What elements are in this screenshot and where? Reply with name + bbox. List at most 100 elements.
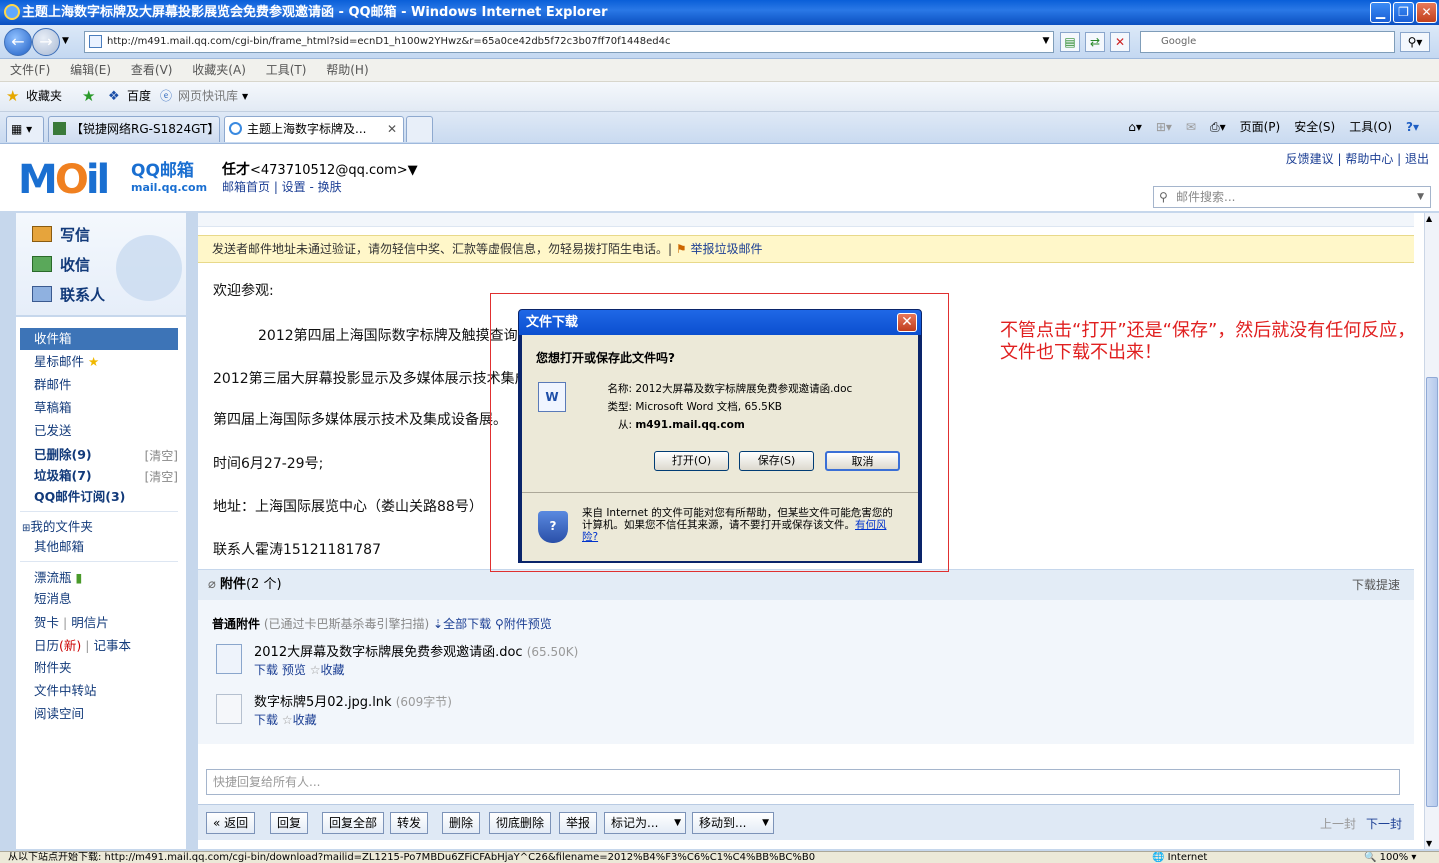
scroll-up-icon[interactable]: ▲ — [1426, 214, 1432, 223]
receive-button[interactable]: 收信 — [32, 255, 90, 275]
download-link[interactable]: 下载 — [254, 713, 278, 727]
preview-all-link[interactable]: ⚲附件预览 — [495, 617, 552, 631]
safety-menu[interactable]: 安全(S) — [1294, 118, 1335, 136]
home-icon[interactable]: ⌂▾ — [1128, 118, 1142, 136]
stop-icon[interactable]: ✕ — [1110, 32, 1130, 52]
menu-tools[interactable]: 工具(T) — [266, 63, 307, 77]
chevron-down-icon[interactable]: ▼ — [1417, 187, 1424, 207]
save-link[interactable]: 收藏 — [320, 663, 344, 677]
folder-my-folders[interactable]: ⊞我的文件夹 — [22, 518, 93, 538]
user-links[interactable]: 邮箱首页 | 设置 - 换肤 — [222, 178, 342, 195]
address-field[interactable]: http://m491.mail.qq.com/cgi-bin/frame_ht… — [84, 31, 1054, 53]
scroll-down-icon[interactable]: ▼ — [1426, 839, 1432, 848]
print-icon[interactable]: ⎙▾ — [1210, 118, 1226, 136]
attachment-filename[interactable]: 数字标牌5月02.jpg.lnk — [254, 695, 392, 710]
feeds-icon[interactable]: ⊞▾ — [1156, 118, 1172, 136]
next-mail-link[interactable]: 下一封 — [1366, 815, 1402, 832]
app-postcard[interactable]: 明信片 — [71, 615, 109, 630]
menu-file[interactable]: 文件(F) — [10, 63, 50, 77]
web-search-input[interactable]: Google — [1140, 31, 1395, 53]
app-notes[interactable]: 记事本 — [93, 638, 131, 653]
attachment-filename[interactable]: 2012大屏幕及数字标牌展免费参观邀请函.doc — [254, 645, 523, 660]
open-button[interactable]: 打开(O) — [654, 451, 729, 471]
dialog-close-icon[interactable]: ✕ — [897, 313, 917, 332]
search-icon[interactable]: ⚲▾ — [1400, 32, 1430, 52]
download-all-link[interactable]: ⇣全部下载 — [433, 617, 491, 631]
folder-other-mail[interactable]: 其他邮箱 — [34, 538, 84, 556]
refresh-icon[interactable]: ⇄ — [1085, 32, 1105, 52]
history-dropdown-icon[interactable]: ▼ — [62, 36, 69, 46]
contacts-button[interactable]: 联系人 — [32, 285, 105, 305]
folder-starred[interactable]: 星标邮件 ★ — [34, 353, 99, 371]
menu-edit[interactable]: 编辑(E) — [70, 63, 111, 77]
minimize-button[interactable]: ▁ — [1370, 2, 1391, 23]
favorites-button[interactable]: 收藏夹 — [26, 82, 62, 111]
back-button[interactable]: ← — [4, 28, 32, 56]
purge-button[interactable]: 彻底删除 — [489, 812, 552, 834]
delete-button[interactable]: 删除 — [442, 812, 481, 834]
close-tab-icon[interactable]: ✕ — [387, 117, 397, 141]
tab-qqmail-active[interactable]: 主题上海数字标牌及... ✕ — [224, 116, 404, 142]
menu-favorites[interactable]: 收藏夹(A) — [192, 63, 246, 77]
mail-icon[interactable]: ✉ — [1186, 118, 1196, 136]
app-calendar[interactable]: 日历(新) | 记事本 — [34, 637, 131, 655]
menu-view[interactable]: 查看(V) — [131, 63, 173, 77]
restore-button[interactable]: ❐ — [1393, 2, 1414, 23]
cancel-button[interactable]: 取消 — [825, 451, 900, 471]
app-reading[interactable]: 阅读空间 — [34, 705, 84, 723]
help-icon[interactable]: ?▾ — [1406, 118, 1419, 136]
reply-all-button[interactable]: 回复全部 — [322, 812, 385, 834]
folder-sent[interactable]: 已发送 — [34, 422, 72, 440]
move-to-select[interactable]: 移动到... ▼ — [692, 812, 774, 834]
prev-mail-link[interactable]: 上一封 — [1320, 815, 1356, 832]
add-favorite-icon[interactable]: ★ — [82, 82, 95, 111]
download-link[interactable]: 下载 — [254, 663, 278, 677]
page-scrollbar[interactable]: ▲ ▼ — [1424, 213, 1439, 849]
user-info[interactable]: 任才<473710512@qq.com>▼ — [222, 159, 418, 179]
folder-spam[interactable]: 垃圾箱(7) — [34, 467, 92, 485]
compat-view-icon[interactable]: ▤ — [1060, 32, 1080, 52]
baidu-link[interactable]: 百度 — [127, 82, 151, 111]
reply-button[interactable]: 回复 — [270, 812, 309, 834]
zoom-control[interactable]: 🔍 100% ▾ — [1360, 852, 1417, 863]
page-menu[interactable]: 页面(P) — [1240, 118, 1281, 136]
app-sms[interactable]: 短消息 — [34, 590, 72, 608]
tools-menu[interactable]: 工具(O) — [1349, 118, 1392, 136]
clear-deleted-link[interactable]: [清空] — [145, 447, 178, 464]
report-button[interactable]: 举报 — [559, 812, 598, 834]
app-bottle[interactable]: 漂流瓶 ▮ — [34, 569, 82, 587]
mark-as-select[interactable]: 标记为... ▼ — [604, 812, 686, 834]
app-greeting[interactable]: 贺卡 | 明信片 — [34, 614, 109, 632]
download-speedup-link[interactable]: 下载提速 — [1352, 570, 1400, 600]
folder-group[interactable]: 群邮件 — [34, 376, 72, 394]
scroll-thumb[interactable] — [1426, 377, 1438, 807]
app-transfer[interactable]: 文件中转站 — [34, 682, 97, 700]
folder-drafts[interactable]: 草稿箱 — [34, 399, 72, 417]
back-to-list-button[interactable]: « 返回 — [206, 812, 256, 834]
chevron-down-icon[interactable]: ▼ — [242, 82, 248, 111]
quick-tabs-button[interactable]: ▦ ▾ — [6, 116, 44, 142]
tab-ruijie[interactable]: 【锐捷网络RG-S1824GT】... — [48, 116, 220, 142]
close-window-button[interactable]: ✕ — [1416, 2, 1437, 23]
save-button[interactable]: 保存(S) — [739, 451, 814, 471]
web-slice-gallery-link[interactable]: 网页快讯库 — [178, 82, 238, 111]
new-tab-button[interactable] — [406, 116, 433, 142]
mail-search-input[interactable]: ⚲ 邮件搜索... ▼ — [1153, 186, 1431, 208]
folder-inbox[interactable]: 收件箱 — [34, 330, 72, 348]
menu-help[interactable]: 帮助(H) — [326, 63, 368, 77]
app-attachments[interactable]: 附件夹 — [34, 659, 72, 677]
preview-link[interactable]: 预览 — [282, 663, 306, 677]
folder-subscriptions[interactable]: QQ邮件订阅(3) — [34, 488, 125, 506]
report-spam-link[interactable]: 举报垃圾邮件 — [690, 242, 762, 256]
quick-reply-input[interactable]: 快捷回复给所有人... — [206, 769, 1400, 795]
folder-deleted[interactable]: 已删除(9) — [34, 446, 92, 464]
address-dropdown-icon[interactable]: ▼ — [1038, 32, 1054, 52]
clear-spam-link[interactable]: [清空] — [145, 468, 178, 485]
body-line: 欢迎参观: — [213, 283, 274, 299]
top-links[interactable]: 反馈建议 | 帮助中心 | 退出 — [1286, 150, 1429, 167]
compose-button[interactable]: 写信 — [32, 225, 90, 245]
forward-button[interactable]: 转发 — [390, 812, 429, 834]
save-link[interactable]: 收藏 — [293, 713, 317, 727]
qqmail-logo[interactable]: MOil — [18, 160, 110, 200]
forward-button[interactable]: → — [32, 28, 60, 56]
